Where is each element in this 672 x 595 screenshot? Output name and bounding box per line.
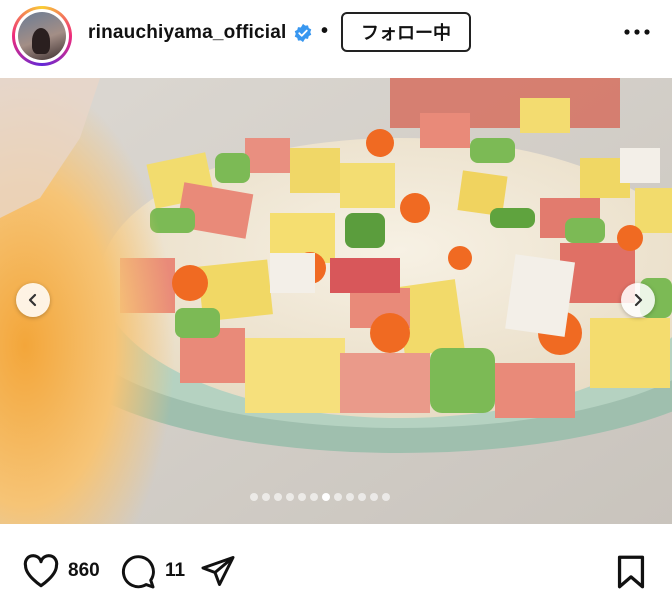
carousel-dot (322, 493, 330, 501)
post-image[interactable] (0, 78, 672, 524)
avatar[interactable] (12, 6, 72, 66)
sushi-photo (0, 78, 672, 524)
comment-count[interactable]: 11 (165, 560, 185, 582)
share-icon[interactable] (200, 554, 236, 588)
following-button[interactable]: フォロー中 (341, 12, 471, 52)
separator-dot: • (321, 20, 329, 42)
carousel-dot (346, 493, 354, 501)
carousel-next-button[interactable] (621, 283, 655, 317)
carousel-dot (310, 493, 318, 501)
action-bar: 860 11 (0, 524, 672, 595)
more-horizontal-icon[interactable] (622, 22, 652, 42)
carousel-dot (298, 493, 306, 501)
comment-icon[interactable] (120, 554, 156, 590)
carousel-dot (262, 493, 270, 501)
post-header: rinauchiyama_official • フォロー中 (0, 0, 672, 78)
carousel-indicator (250, 493, 390, 501)
username[interactable]: rinauchiyama_official (88, 22, 287, 44)
carousel-dot (358, 493, 366, 501)
carousel-dot (382, 493, 390, 501)
chevron-right-icon (634, 293, 643, 307)
carousel-dot (370, 493, 378, 501)
carousel-prev-button[interactable] (16, 283, 50, 317)
heart-icon[interactable] (22, 554, 60, 588)
like-count[interactable]: 860 (68, 560, 100, 582)
carousel-dot (250, 493, 258, 501)
bookmark-icon[interactable] (616, 554, 646, 590)
carousel-dot (334, 493, 342, 501)
chevron-left-icon (28, 293, 37, 307)
verified-badge-icon (294, 23, 312, 43)
carousel-dot (274, 493, 282, 501)
carousel-dot (286, 493, 294, 501)
